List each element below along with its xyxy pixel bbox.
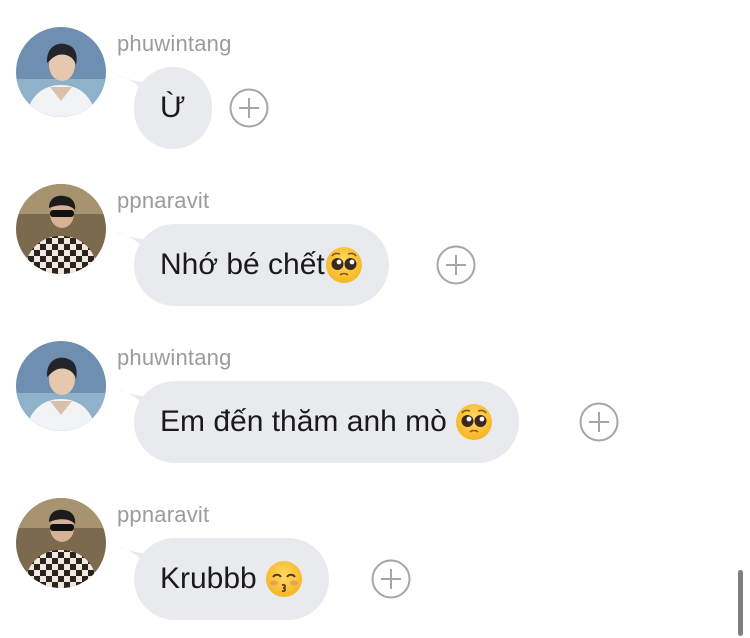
scrollbar[interactable]: [738, 570, 743, 636]
avatar[interactable]: [16, 27, 106, 117]
message-text: Nhớ bé chết: [160, 248, 325, 281]
username[interactable]: ppnaravit: [117, 188, 209, 214]
message-text: Krubbb: [160, 562, 266, 595]
plus-circle-icon[interactable]: [579, 402, 619, 442]
message-row: phuwintang Ừ: [0, 0, 750, 150]
username[interactable]: phuwintang: [117, 345, 232, 371]
plus-circle-icon[interactable]: [229, 88, 269, 128]
username[interactable]: phuwintang: [117, 31, 232, 57]
kissing-face-emoji: [266, 561, 303, 597]
message-bubble[interactable]: Nhớ bé chết: [134, 224, 389, 306]
avatar[interactable]: [16, 341, 106, 431]
message-text: Em đến thăm anh mò: [160, 405, 456, 438]
message-row: ppnaravit Nhớ bé chết: [0, 157, 750, 307]
message-text: Ừ: [160, 91, 186, 124]
message-row: phuwintang Em đến thăm anh mò: [0, 314, 750, 464]
plus-circle-icon[interactable]: [436, 245, 476, 285]
username[interactable]: ppnaravit: [117, 502, 209, 528]
message-bubble[interactable]: Krubbb: [134, 538, 330, 620]
pleading-face-emoji: [456, 404, 493, 440]
avatar[interactable]: [16, 498, 106, 588]
pleading-face-emoji: [325, 247, 362, 283]
message-row: ppnaravit Krubbb: [0, 471, 750, 621]
avatar[interactable]: [16, 184, 106, 274]
message-bubble[interactable]: Em đến thăm anh mò: [134, 381, 520, 463]
plus-circle-icon[interactable]: [371, 559, 411, 599]
message-bubble[interactable]: Ừ: [134, 67, 212, 149]
